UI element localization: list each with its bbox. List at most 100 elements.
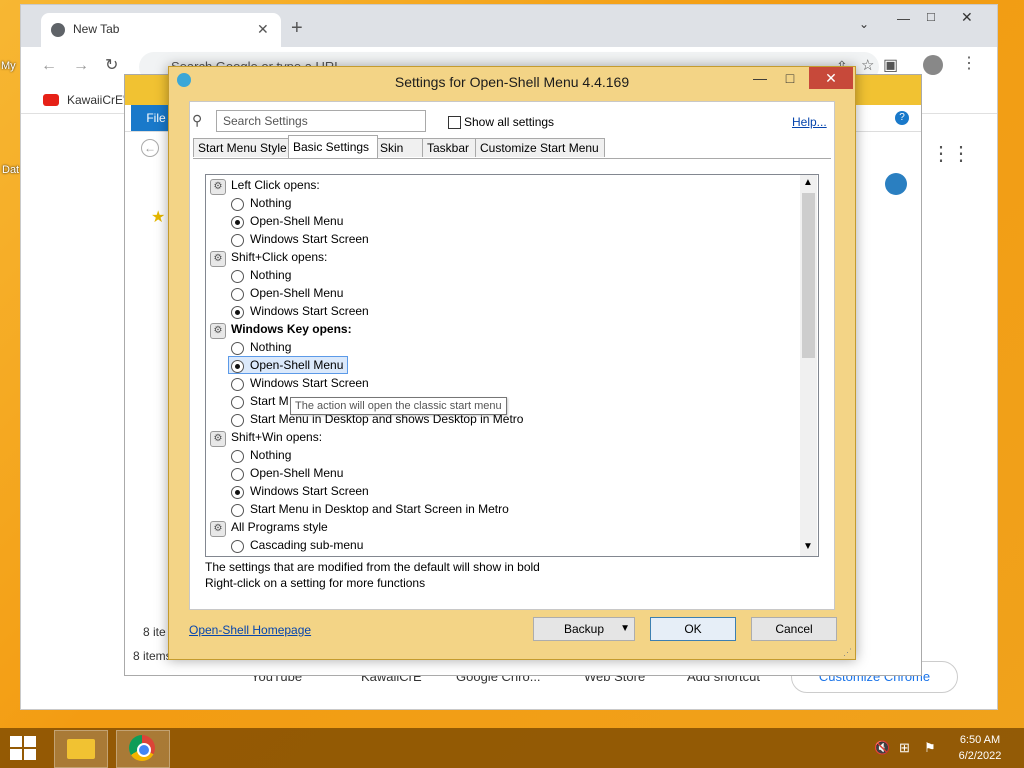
- scrollbar-thumb[interactable]: [802, 193, 815, 358]
- tab-taskbar[interactable]: Taskbar: [422, 138, 478, 157]
- radio-button[interactable]: [231, 216, 244, 229]
- tab-divider: [193, 158, 831, 159]
- profile-icon[interactable]: [923, 55, 943, 75]
- show-all-label: Show all settings: [464, 115, 555, 129]
- radio-label[interactable]: Open-Shell Menu: [250, 356, 343, 374]
- forward-icon[interactable]: →: [73, 57, 89, 75]
- back-icon[interactable]: ←: [141, 139, 159, 157]
- radio-button[interactable]: [231, 378, 244, 391]
- setting-heading: Shift+Win opens:: [231, 430, 323, 444]
- sidebar-icon[interactable]: ▣: [883, 55, 898, 75]
- show-all-checkbox[interactable]: [448, 116, 461, 129]
- radio-button[interactable]: [231, 504, 244, 517]
- bookmark-item[interactable]: KawaiiCrE's: [67, 93, 131, 107]
- radio-button[interactable]: [231, 270, 244, 283]
- chrome-tab-title: New Tab: [73, 22, 120, 36]
- reload-icon[interactable]: ↻: [105, 55, 118, 75]
- explorer-status: 8 ite: [143, 625, 166, 639]
- open-shell-icon: [885, 173, 907, 195]
- ok-button[interactable]: OK: [650, 617, 736, 641]
- tab-basic-settings[interactable]: Basic Settings: [288, 135, 378, 158]
- chrome-tab-strip: New Tab ✕ + ⌄ — □ ✕: [21, 5, 997, 47]
- radio-label[interactable]: Cascading sub-menu: [250, 536, 363, 554]
- homepage-link[interactable]: Open-Shell Homepage: [189, 623, 311, 637]
- radio-label[interactable]: Start M: [250, 392, 289, 410]
- close-icon[interactable]: ✕: [257, 21, 269, 38]
- backup-label: Backup: [563, 622, 605, 636]
- backup-button[interactable]: Backup ▼: [533, 617, 635, 641]
- radio-label[interactable]: Start Menu in Desktop and Start Screen i…: [250, 500, 509, 518]
- gear-icon: ⚙: [210, 521, 226, 537]
- radio-label[interactable]: Windows Start Screen: [250, 302, 369, 320]
- new-tab-icon[interactable]: +: [291, 17, 303, 40]
- radio-button[interactable]: [231, 396, 244, 409]
- cancel-button[interactable]: Cancel: [751, 617, 837, 641]
- radio-button[interactable]: [231, 486, 244, 499]
- back-icon[interactable]: ←: [41, 57, 57, 75]
- radio-label[interactable]: Nothing: [250, 446, 291, 464]
- radio-button[interactable]: [231, 360, 244, 373]
- close-icon[interactable]: ✕: [961, 9, 973, 26]
- note-text: The settings that are modified from the …: [205, 560, 540, 574]
- action-center-icon[interactable]: ⚑: [924, 740, 936, 756]
- radio-label[interactable]: Open-Shell Menu: [250, 284, 343, 302]
- help-icon[interactable]: ?: [895, 111, 909, 125]
- radio-label[interactable]: Open-Shell Menu: [250, 464, 343, 482]
- radio-button[interactable]: [231, 306, 244, 319]
- start-button[interactable]: [10, 736, 36, 760]
- radio-button[interactable]: [231, 468, 244, 481]
- radio-button[interactable]: [231, 414, 244, 427]
- radio-button[interactable]: [231, 234, 244, 247]
- scroll-down-icon[interactable]: ▼: [803, 541, 813, 552]
- tab-skin[interactable]: Skin: [375, 138, 425, 157]
- network-icon[interactable]: ⊞: [899, 740, 910, 756]
- minimize-icon[interactable]: —: [897, 11, 910, 26]
- clock-date[interactable]: 6/2/2022: [950, 750, 1010, 762]
- file-explorer-taskbar-button[interactable]: [54, 730, 108, 768]
- desktop-icon-label[interactable]: Dat: [2, 164, 19, 176]
- help-link[interactable]: Help...: [792, 115, 827, 129]
- gear-icon: ⚙: [210, 323, 226, 339]
- radio-label[interactable]: Windows Start Screen: [250, 230, 369, 248]
- scrollbar[interactable]: ▲ ▼: [800, 175, 817, 556]
- apps-grid-icon[interactable]: ⋮⋮: [931, 141, 971, 166]
- radio-button[interactable]: [231, 540, 244, 553]
- search-input[interactable]: Search Settings: [216, 110, 426, 132]
- dialog-titlebar: Settings for Open-Shell Menu 4.4.169 — □…: [169, 67, 855, 95]
- search-icon: ⚲: [192, 112, 203, 128]
- radio-button[interactable]: [231, 198, 244, 211]
- radio-label[interactable]: Windows Start Screen: [250, 482, 369, 500]
- radio-label[interactable]: Nothing: [250, 194, 291, 212]
- gear-icon: ⚙: [210, 251, 226, 267]
- clock-time[interactable]: 6:50 AM: [950, 734, 1010, 746]
- radio-label[interactable]: Nothing: [250, 266, 291, 284]
- taskbar: 🔇 ⊞ ⚑ 6:50 AM 6/2/2022: [0, 728, 1024, 768]
- resize-grip-icon[interactable]: ⋰: [843, 647, 852, 658]
- youtube-icon: [43, 94, 59, 106]
- settings-list: ⚙ Left Click opens: Nothing Open-Shell M…: [205, 174, 819, 557]
- chevron-down-icon[interactable]: ⌄: [859, 17, 869, 31]
- radio-button[interactable]: [231, 342, 244, 355]
- star-icon[interactable]: ☆: [861, 56, 874, 74]
- tab-customize-start-menu[interactable]: Customize Start Menu: [475, 138, 605, 157]
- menu-icon[interactable]: ⋮: [961, 53, 977, 73]
- chrome-taskbar-button[interactable]: [116, 730, 170, 768]
- radio-label[interactable]: Windows Start Screen: [250, 374, 369, 392]
- maximize-icon[interactable]: □: [775, 67, 805, 89]
- maximize-icon[interactable]: □: [927, 9, 935, 24]
- speaker-muted-icon[interactable]: 🔇: [874, 740, 890, 756]
- radio-button[interactable]: [231, 450, 244, 463]
- radio-label[interactable]: Nothing: [250, 338, 291, 356]
- star-icon: ★: [151, 209, 166, 226]
- radio-label[interactable]: Open-Shell Menu: [250, 212, 343, 230]
- radio-button[interactable]: [231, 288, 244, 301]
- note-text: Right-click on a setting for more functi…: [205, 576, 426, 590]
- desktop-icon-label[interactable]: My: [1, 60, 16, 72]
- chrome-favicon-icon: [51, 23, 65, 37]
- scroll-up-icon[interactable]: ▲: [803, 177, 813, 188]
- folder-icon: [67, 739, 95, 759]
- gear-icon: ⚙: [210, 431, 226, 447]
- minimize-icon[interactable]: —: [745, 67, 775, 89]
- tab-start-menu-style[interactable]: Start Menu Style: [193, 138, 291, 157]
- close-button[interactable]: ✕: [809, 67, 853, 89]
